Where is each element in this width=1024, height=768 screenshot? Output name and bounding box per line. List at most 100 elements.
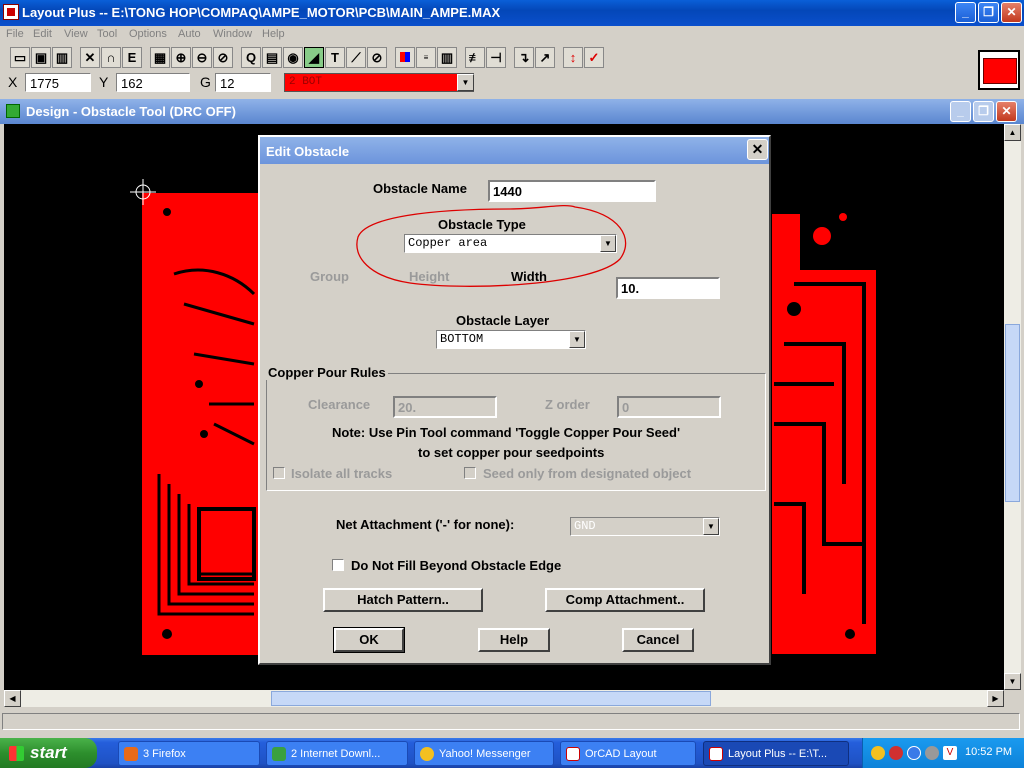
yahoo-icon [420,747,434,761]
layer-icon[interactable]: ▥ [437,47,457,68]
app-title-bar[interactable]: Layout Plus -- E:\TONG HOP\COMPAQ\AMPE_M… [0,0,1024,26]
menu-view[interactable]: View [64,28,88,40]
design-close-button[interactable]: ✕ [996,101,1017,122]
task-orcad-layout[interactable]: OrCAD Layout [560,741,696,766]
clearance-input[interactable]: 20. [393,396,497,418]
vertical-scroll-thumb[interactable] [1005,324,1020,502]
cancel-button[interactable]: Cancel [622,628,694,652]
scroll-left-icon[interactable]: ◀ [4,690,21,707]
obstacle-icon[interactable]: ◢ [304,47,324,68]
menu-window[interactable]: Window [213,28,252,40]
obstacle-layer-select[interactable]: BOTTOM [436,330,586,349]
dialog-title-bar[interactable]: Edit Obstacle ✕ [260,137,769,164]
obstacle-type-label: Obstacle Type [438,217,526,232]
error-icon[interactable]: ⊘ [367,47,387,68]
zoom-in-icon[interactable]: ⊕ [171,47,191,68]
menu-auto[interactable]: Auto [178,28,201,40]
scroll-down-icon[interactable]: ▼ [1004,673,1021,690]
scroll-up-icon[interactable]: ▲ [1004,124,1021,141]
net-attachment-select[interactable]: GND [570,517,720,536]
reconnect-icon[interactable]: ≢ [465,47,485,68]
clearance-label: Clearance [308,397,371,412]
shield-tray-icon[interactable] [889,746,903,760]
query-icon[interactable]: ∩ [101,47,121,68]
menu-help[interactable]: Help [262,28,285,40]
drc-check-icon[interactable]: ✓ [584,47,604,68]
coordinate-bar: X 1775 Y 162 G 12 [0,71,976,95]
minimize-button[interactable]: _ [955,2,976,23]
net-attachment-label: Net Attachment ('-' for none): [336,517,515,532]
connection-icon[interactable]: ⟋ [346,47,366,68]
layer-select[interactable]: 2 BOT [284,73,474,92]
component-icon[interactable]: ▤ [262,47,282,68]
spreadsheet-icon[interactable]: ▦ [150,47,170,68]
hatch-pattern-button[interactable]: Hatch Pattern.. [323,588,483,612]
width-label: Width [511,269,547,284]
task-internet-download[interactable]: 2 Internet Downl... [266,741,408,766]
route-icon[interactable]: ⊣ [486,47,506,68]
zoom-out-icon[interactable]: ⊖ [192,47,212,68]
task-yahoo-messenger[interactable]: Yahoo! Messenger [414,741,554,766]
layer-dropdown-icon[interactable]: ▼ [457,74,474,91]
delete-icon[interactable]: ✕ [80,47,100,68]
color-icon[interactable] [395,47,415,68]
menu-edit[interactable]: Edit [33,28,52,40]
vertical-scrollbar[interactable]: ▲ ▼ [1004,124,1021,690]
text-icon[interactable]: T [325,47,345,68]
design-title: Design - Obstacle Tool (DRC OFF) [26,104,236,119]
scroll-right-icon[interactable]: ▶ [987,690,1004,707]
design-restore-button[interactable]: ❐ [973,101,994,122]
system-tray: V 10:52 PM [862,738,1024,768]
obstacle-layer-dropdown-icon[interactable]: ▼ [569,331,585,348]
x-label: X [8,74,18,90]
dialog-close-button[interactable]: ✕ [747,139,768,160]
layout-app-icon [3,4,19,20]
messenger-tray-icon[interactable] [871,746,885,760]
grid-value: 12 [215,73,271,92]
obstacle-type-select[interactable]: Copper area [404,234,617,253]
download-icon [272,747,286,761]
net-attachment-dropdown-icon[interactable]: ▼ [703,518,719,535]
pin-icon[interactable]: ◉ [283,47,303,68]
shove-icon[interactable]: ↴ [514,47,534,68]
seed-only-label: Seed only from designated object [483,466,692,481]
isolate-tracks-checkbox[interactable] [273,467,285,479]
close-button[interactable]: ✕ [1001,2,1022,23]
v-tray-icon[interactable]: V [943,746,957,760]
x-coordinate: 1775 [25,73,91,92]
design-minimize-button[interactable]: _ [950,101,971,122]
comp-attachment-button[interactable]: Comp Attachment.. [545,588,705,612]
horizontal-scroll-thumb[interactable] [271,691,711,706]
horizontal-scrollbar[interactable]: ◀ ▶ [4,690,1004,707]
open-icon[interactable]: ▭ [10,47,30,68]
design-window-title[interactable]: Design - Obstacle Tool (DRC OFF) _ ❐ ✕ [0,99,1024,124]
no-fill-checkbox[interactable] [332,559,344,571]
menu-file[interactable]: File [6,28,24,40]
zorder-input[interactable]: 0 [617,396,721,418]
online-drc-icon[interactable]: ↕ [563,47,583,68]
zoom-all-icon[interactable]: ⊘ [213,47,233,68]
menu-tool[interactable]: Tool [97,28,117,40]
taskbar: start 3 Firefox 2 Internet Downl... Yaho… [0,738,1024,768]
optimize-icon[interactable]: ↗ [535,47,555,68]
library-icon[interactable]: ▥ [52,47,72,68]
menu-options[interactable]: Options [129,28,167,40]
obstacle-layer-label: Obstacle Layer [456,313,550,328]
help-button[interactable]: Help [478,628,550,652]
save-icon[interactable]: ▣ [31,47,51,68]
edit-icon[interactable]: E [122,47,142,68]
seed-only-checkbox[interactable] [464,467,476,479]
width-input[interactable]: 10. [616,277,720,299]
network-tray-icon[interactable] [907,746,921,760]
ok-button[interactable]: OK [333,627,405,653]
task-layout-plus[interactable]: Layout Plus -- E:\T... [703,741,849,766]
query-window-icon[interactable]: Q [241,47,261,68]
edit-obstacle-dialog: Edit Obstacle ✕ Obstacle Name 1440 Obsta… [258,135,771,665]
drc-icon[interactable]: ≡ [416,47,436,68]
task-firefox[interactable]: 3 Firefox [118,741,260,766]
start-button[interactable]: start [0,738,97,768]
volume-tray-icon[interactable] [925,746,939,760]
current-layer-color [978,50,1020,90]
obstacle-type-dropdown-icon[interactable]: ▼ [600,235,616,252]
restore-button[interactable]: ❐ [978,2,999,23]
